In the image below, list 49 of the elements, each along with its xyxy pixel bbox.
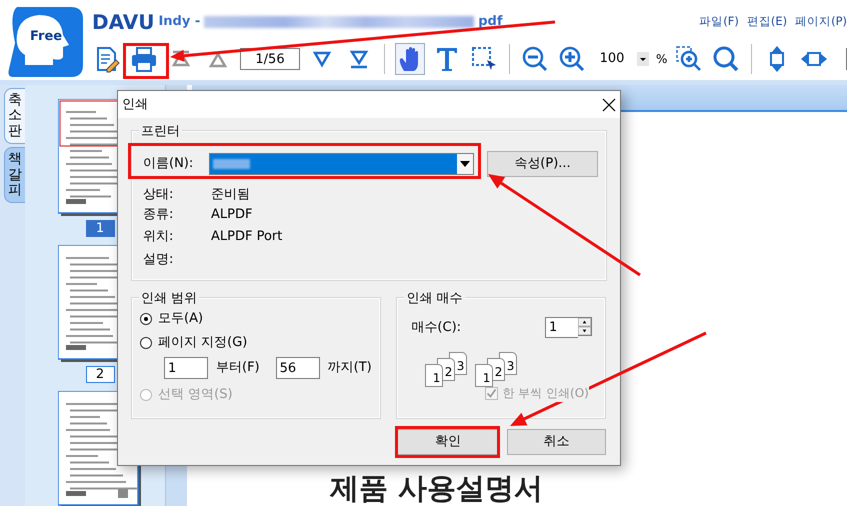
page-number[interactable]: 1 xyxy=(86,220,114,237)
dialog-title: 인쇄 xyxy=(122,96,148,114)
menu-item[interactable]: 파일(F) xyxy=(699,13,739,31)
side-tab[interactable]: 책갈피 xyxy=(4,147,25,204)
checkbox-label: 한 부씩 인쇄(O) xyxy=(502,384,589,402)
info-label: 설명: xyxy=(143,250,174,269)
page-number[interactable]: 2 xyxy=(86,366,114,383)
page-sheet-icon: 1 xyxy=(475,364,494,387)
info-value: ALPDF xyxy=(211,206,252,224)
menu-item[interactable]: 편집(E) xyxy=(746,13,788,31)
highlight-box xyxy=(123,43,169,79)
page-to-field[interactable]: 56 xyxy=(276,357,320,379)
field-label: 매수(C): xyxy=(411,318,462,337)
brand-name: DAVU xyxy=(92,9,154,36)
printer-select[interactable] xyxy=(209,153,474,175)
option-label[interactable]: 모두(A) xyxy=(158,309,204,329)
blurred-text xyxy=(213,159,250,169)
cancel-button[interactable]: 취소 xyxy=(506,429,606,455)
info-label: 위치: xyxy=(143,228,174,246)
radio-button[interactable] xyxy=(140,337,152,349)
page-field[interactable]: 1/56 xyxy=(240,48,300,70)
dropdown-caret-icon[interactable] xyxy=(460,161,470,167)
hand-icon[interactable] xyxy=(395,43,425,75)
info-value: ALPDF Port xyxy=(211,228,282,246)
option-label: 선택 영역(S) xyxy=(158,386,233,404)
ok-button[interactable]: 확인 xyxy=(397,429,498,455)
side-tab[interactable]: 축소판 xyxy=(4,88,25,144)
page-from-field[interactable]: 1 xyxy=(164,357,208,379)
properties-button[interactable]: 속성(P)... xyxy=(487,151,598,177)
spin-arrows-icon[interactable] xyxy=(578,317,592,336)
document-heading: 제품 사용설명서 xyxy=(330,472,544,505)
menu-item[interactable]: 페이지(P) xyxy=(795,13,847,31)
field-label: 부터(F) xyxy=(216,359,260,378)
logo-label: Free xyxy=(30,28,62,46)
window-title: Indy - xyxy=(158,13,200,32)
info-label: 종류: xyxy=(143,206,174,224)
copies-field[interactable]: 1 xyxy=(545,317,578,338)
info-value: 준비됨 xyxy=(211,186,250,204)
page-sheet-icon: 1 xyxy=(425,364,444,387)
field-label: 까지(T) xyxy=(328,359,372,378)
zoom-unit-label: % xyxy=(656,51,668,68)
radio-button[interactable] xyxy=(140,313,152,325)
option-label[interactable]: 페이지 지정(G) xyxy=(158,333,248,353)
field-label: 이름(N): xyxy=(143,155,194,174)
info-label: 상태: xyxy=(143,186,174,204)
zoom-field[interactable]: 100 xyxy=(594,49,630,69)
dropdown-caret-icon[interactable] xyxy=(637,52,649,66)
close-icon[interactable] xyxy=(602,98,616,112)
window-title: pdf xyxy=(478,13,503,32)
